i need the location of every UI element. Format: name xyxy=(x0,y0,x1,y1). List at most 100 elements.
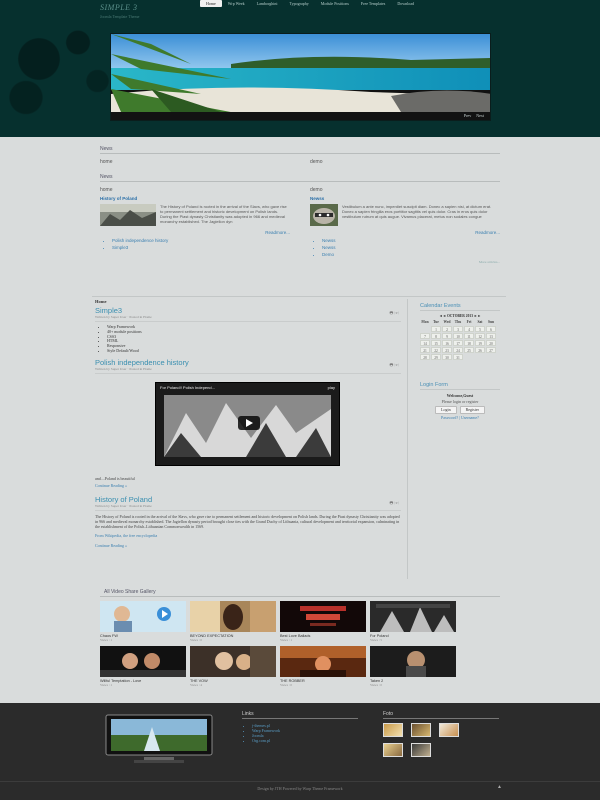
calendar-day[interactable]: 20 xyxy=(486,340,496,346)
nav-typography[interactable]: Typography xyxy=(283,0,314,7)
category-labels-2: home demo xyxy=(100,187,500,193)
calendar-day[interactable]: 1 xyxy=(431,326,441,332)
calendar-day[interactable]: 29 xyxy=(431,354,441,360)
photo-thumb[interactable] xyxy=(383,723,403,737)
forgot-links[interactable]: Password? | Username? xyxy=(420,415,500,421)
calendar-day[interactable]: 10 xyxy=(453,333,463,339)
calendar-day[interactable]: 5 xyxy=(475,326,485,332)
left-readmore-link[interactable]: Readmore... xyxy=(100,230,290,235)
login-button[interactable]: Login xyxy=(435,406,457,414)
nav-home[interactable]: Home xyxy=(200,0,222,7)
gallery-views: Views : 1 xyxy=(100,683,113,687)
calendar-day[interactable]: 8 xyxy=(431,333,441,339)
calendar-day[interactable]: 28 xyxy=(420,354,430,360)
nav-download[interactable]: Download xyxy=(391,0,420,7)
gallery-item[interactable]: Taken 2 Views : 0 xyxy=(370,646,456,687)
gallery-item[interactable]: For Poland Views : 5 xyxy=(370,601,456,642)
calendar-day[interactable]: 21 xyxy=(420,347,430,353)
calendar: ◄◄ OCTOBER 2013 ►► Mon Tue Wed Thu Fri Sat Sun… xyxy=(420,314,500,360)
post-title[interactable]: Polish independence history xyxy=(95,358,401,367)
calendar-day[interactable]: 3 xyxy=(453,326,463,332)
calendar-day[interactable]: 4 xyxy=(464,326,474,332)
right-category-label-2: demo xyxy=(310,187,323,193)
post-title[interactable]: History of Poland xyxy=(95,495,401,504)
calendar-day[interactable]: 11 xyxy=(464,333,474,339)
back-to-top-icon[interactable]: ▲ xyxy=(497,785,502,790)
post-title[interactable]: Simple3 xyxy=(95,306,401,315)
photo-thumb[interactable] xyxy=(383,743,403,757)
calendar-day[interactable]: 26 xyxy=(475,347,485,353)
video-share-label[interactable]: play xyxy=(328,385,335,390)
site-logo[interactable]: SIMPLE 3 xyxy=(100,3,138,12)
calendar-day[interactable]: 27 xyxy=(486,347,496,353)
post-print-email-icons[interactable]: 🖶 ✉ xyxy=(390,310,399,317)
calendar-day[interactable]: 24 xyxy=(453,347,463,353)
video-title[interactable]: For Poland!! Polish Independ... xyxy=(160,385,215,390)
right-link[interactable]: Newss xyxy=(322,237,500,244)
calendar-month[interactable]: ◄◄ OCTOBER 2013 ►► xyxy=(420,314,500,318)
slider-prev-button[interactable]: Prev xyxy=(464,113,471,118)
calendar-day[interactable]: 17 xyxy=(453,340,463,346)
gallery-item[interactable]: THE ROBBER Views : 0 xyxy=(280,646,366,687)
continue-reading-link[interactable]: Continue Reading » xyxy=(95,483,127,488)
nav-module-positions[interactable]: Module Positions xyxy=(315,0,355,7)
post-print-email-icons[interactable]: 🖶 ✉ xyxy=(390,500,399,507)
gallery-item[interactable]: BEYOND EXPECTATION Views : 0 xyxy=(190,601,276,642)
left-link[interactable]: Simple3 xyxy=(112,244,290,251)
calendar-day[interactable]: 6 xyxy=(486,326,496,332)
left-link[interactable]: Polish independence history xyxy=(112,237,290,244)
play-icon[interactable] xyxy=(238,415,260,430)
left-category-label-2: home xyxy=(100,187,113,193)
footer-link[interactable]: Org.com.pl xyxy=(252,738,358,743)
gallery-views: Views : 1 xyxy=(100,638,113,642)
calendar-day[interactable]: 9 xyxy=(442,333,452,339)
calendar-weekday: Thu xyxy=(454,320,462,324)
calendar-day[interactable]: 16 xyxy=(442,340,452,346)
photo-thumb[interactable] xyxy=(411,743,431,757)
more-articles-link[interactable]: More articles... xyxy=(100,260,500,264)
calendar-day[interactable]: 23 xyxy=(442,347,452,353)
calendar-day[interactable]: 7 xyxy=(420,333,430,339)
right-link[interactable]: Demo xyxy=(322,251,500,258)
calendar-weekday: Tue xyxy=(433,320,439,324)
calendar-day[interactable]: 12 xyxy=(475,333,485,339)
gallery-views: Views : 4 xyxy=(190,683,203,687)
calendar-day[interactable]: 2 xyxy=(442,326,452,332)
calendar-day[interactable]: 15 xyxy=(431,340,441,346)
calendar-day[interactable]: 19 xyxy=(475,340,485,346)
calendar-day[interactable]: 22 xyxy=(431,347,441,353)
calendar-day[interactable]: 14 xyxy=(420,340,430,346)
gallery-item[interactable]: Willful Temptation - Love Views : 1 xyxy=(100,646,186,687)
photo-thumb[interactable] xyxy=(411,723,431,737)
video-title-bar: For Poland!! Polish Independ... play xyxy=(160,385,335,390)
photo-thumb[interactable] xyxy=(439,723,459,737)
image-slider[interactable]: Prev Next xyxy=(110,33,491,121)
youtube-video-player[interactable]: For Poland!! Polish Independ... play xyxy=(155,381,340,466)
calendar-day[interactable]: 30 xyxy=(442,354,452,360)
video-gallery: All Video Share Gallery Chaos FW Views :… xyxy=(100,589,500,687)
nav-free-templates[interactable]: Free Templates xyxy=(355,0,391,7)
right-link[interactable]: Newss xyxy=(322,244,500,251)
calendar-blank xyxy=(420,326,430,332)
copyright-text: Design by JTH Powered by Warp Theme Fram… xyxy=(257,786,343,791)
right-article-title[interactable]: Newss xyxy=(310,196,500,201)
register-button[interactable]: Register xyxy=(459,406,485,414)
news-header: News xyxy=(100,146,500,154)
calendar-day[interactable]: 13 xyxy=(486,333,496,339)
calendar-day[interactable]: 31 xyxy=(453,354,463,360)
calendar-weekday: Sat xyxy=(477,320,483,324)
gallery-item[interactable]: THE VOW Views : 4 xyxy=(190,646,276,687)
left-links-list: Polish independence history Simple3 xyxy=(100,237,290,251)
calendar-day[interactable]: 18 xyxy=(464,340,474,346)
wikipedia-source-link[interactable]: From Wikipedia, the free encyclopedia xyxy=(95,533,401,538)
right-readmore-link[interactable]: Readmore... xyxy=(310,230,500,235)
continue-reading-link[interactable]: Continue Reading » xyxy=(95,543,401,548)
nav-lamborghini[interactable]: Lamborghini xyxy=(251,0,284,7)
slider-next-button[interactable]: Next xyxy=(476,113,484,118)
left-article-title[interactable]: History of Poland xyxy=(100,196,290,201)
gallery-item[interactable]: Chaos FW Views : 1 xyxy=(100,601,186,642)
nav-warp-week[interactable]: Wrp Week xyxy=(222,0,251,7)
gallery-item[interactable]: Best Love Ballads Views : 1 xyxy=(280,601,366,642)
post-print-email-icons[interactable]: 🖶 ✉ xyxy=(390,362,399,369)
calendar-day[interactable]: 25 xyxy=(464,347,474,353)
